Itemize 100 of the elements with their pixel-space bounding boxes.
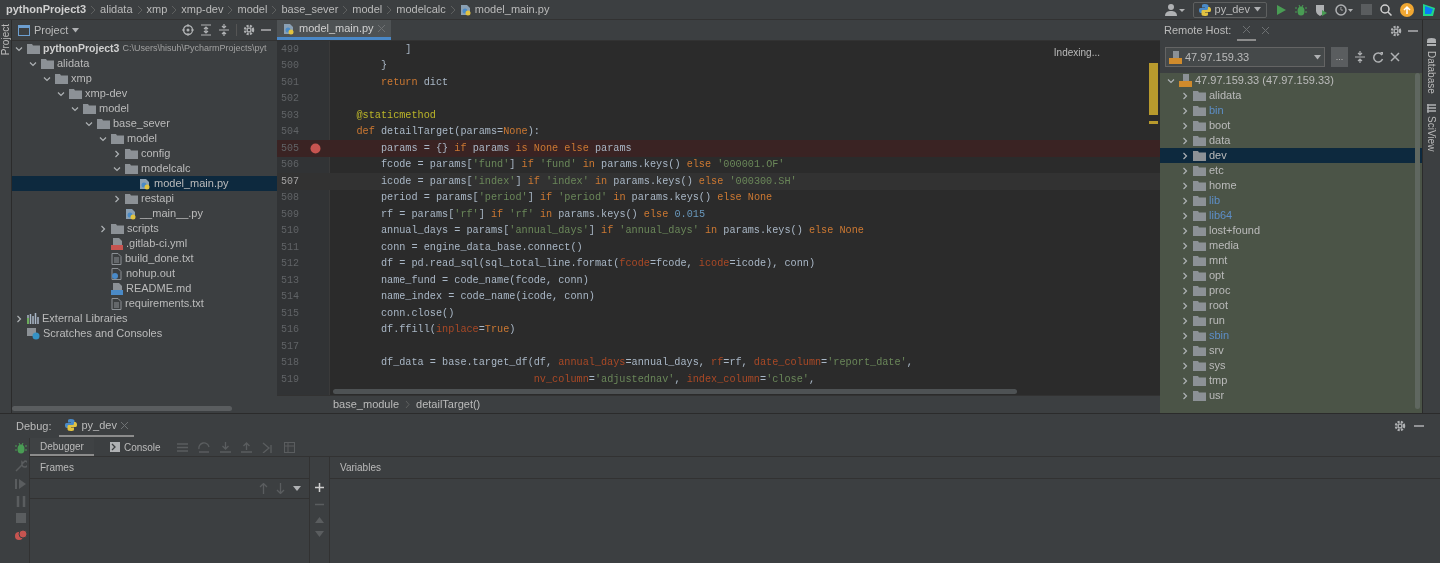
tree-item[interactable]: model [12,131,277,146]
settings-icon[interactable] [243,24,255,36]
tree-item[interactable]: tmp [1160,373,1422,388]
tool-window-tab[interactable]: Database [1424,38,1439,94]
chevron-right-icon[interactable] [112,148,122,159]
chevron-right-icon[interactable] [1180,165,1190,176]
close-icon[interactable] [1390,52,1400,62]
tree-item[interactable]: alidata [12,56,277,71]
error-stripe-marker[interactable] [1149,121,1158,124]
chevron-right-icon[interactable] [112,193,122,204]
add-icon[interactable] [315,483,324,492]
logo-icon[interactable] [1422,2,1436,17]
breadcrumb-item[interactable]: model [350,0,385,19]
chevron-right-icon[interactable] [1180,180,1190,191]
chevron-right-icon[interactable] [1180,240,1190,251]
arrow-down-icon[interactable] [276,483,285,494]
tree-item[interactable]: restapi [12,191,277,206]
more-button[interactable]: ... [1331,47,1348,67]
chevron-right-icon[interactable] [1180,90,1190,101]
target-icon[interactable] [182,24,194,36]
chevron-right-icon[interactable] [1180,150,1190,161]
tree-item[interactable]: run [1160,313,1422,328]
run-to-cursor-icon[interactable] [261,441,274,453]
tree-item[interactable]: Scratches and Consoles [12,326,277,341]
tree-item[interactable]: xmp-dev [12,86,277,101]
table-icon[interactable] [283,441,295,453]
chevron-right-icon[interactable] [1180,210,1190,221]
update-icon[interactable] [1400,2,1414,17]
run-icon[interactable] [1275,3,1287,16]
stop-icon[interactable] [15,513,26,523]
breadcrumb-item[interactable]: alidata [98,0,135,19]
tool-window-tab[interactable]: SciView [1424,103,1439,152]
tree-item[interactable]: config [12,146,277,161]
chevron-right-icon[interactable] [1180,300,1190,311]
breadcrumb-item[interactable]: modelcalc [394,0,448,19]
chevron-right-icon[interactable] [1180,270,1190,281]
tree-item[interactable]: data [1160,133,1422,148]
tree-item[interactable]: model_main.py [12,176,277,191]
expand-all-icon[interactable] [200,24,212,36]
list-icon[interactable] [176,442,188,452]
debugger-tab[interactable]: Console [99,438,171,456]
refresh-icon[interactable] [1372,51,1384,63]
tree-item[interactable]: mnt [1160,253,1422,268]
breadcrumb-item[interactable]: pythonProject3 [4,0,89,19]
breadcrumb-item[interactable]: detailTarget() [416,396,481,413]
tree-item[interactable]: etc [1160,163,1422,178]
pause-icon[interactable] [15,496,26,507]
breadcrumb-item[interactable]: xmp-dev [179,0,226,19]
settings-icon[interactable] [1394,420,1406,432]
tree-item[interactable]: proc [1160,283,1422,298]
tree-item[interactable]: alidata [1160,88,1422,103]
chevron-right-icon[interactable] [1180,390,1190,401]
triangle-down-icon[interactable] [315,531,324,537]
project-view-dropdown[interactable]: Project [18,21,80,39]
chevron-right-icon[interactable] [1180,105,1190,116]
bug-icon[interactable] [14,442,27,454]
error-stripe-marker[interactable] [1149,63,1158,115]
tree-item[interactable]: README.md [12,281,277,296]
bug-icon[interactable] [1295,3,1307,16]
tree-item[interactable]: sys [1160,358,1422,373]
step-into-icon[interactable] [219,441,231,453]
search-icon[interactable] [1380,3,1392,16]
tree-item[interactable]: .gitlab-ci.yml [12,236,277,251]
chevron-right-icon[interactable] [1180,225,1190,236]
breadcrumb-item[interactable]: base_module [333,396,400,413]
clock-icon[interactable] [1335,3,1353,16]
tree-item[interactable]: __main__.py [12,206,277,221]
breakpoint-icon[interactable] [310,142,321,154]
arrow-up-icon[interactable] [259,483,268,494]
tree-item[interactable]: nohup.out [12,266,277,281]
run-configuration-dropdown[interactable]: py_dev [1192,1,1267,18]
chevron-right-icon[interactable] [1180,360,1190,371]
step-out-icon[interactable] [240,441,252,453]
tree-item[interactable]: base_sever [12,116,277,131]
tree-item[interactable]: xmp [12,71,277,86]
chevron-right-icon[interactable] [1180,330,1190,341]
close-icon[interactable] [1262,27,1270,34]
tree-item[interactable]: lost+found [1160,223,1422,238]
horizontal-scrollbar[interactable] [333,389,1017,394]
tree-item[interactable]: dev [1160,148,1422,163]
tree-item[interactable]: srv [1160,343,1422,358]
tree-item[interactable]: media [1160,238,1422,253]
caret-down-icon[interactable] [293,486,301,491]
horizontal-scrollbar[interactable] [12,406,232,411]
breadcrumb-item[interactable]: model [235,0,270,19]
resume-icon[interactable] [14,478,27,490]
tree-item[interactable]: root [1160,298,1422,313]
tree-item[interactable]: opt [1160,268,1422,283]
breadcrumb-item[interactable]: base_sever [279,0,341,19]
close-icon[interactable] [120,421,128,429]
project-tool-tab[interactable]: Project [0,24,13,56]
shield-icon[interactable] [1315,3,1327,16]
chevron-right-icon[interactable] [1180,315,1190,326]
chevron-right-icon[interactable] [1180,285,1190,296]
close-icon[interactable] [1243,26,1251,33]
tree-item[interactable]: home [1160,178,1422,193]
tree-item[interactable]: scripts [12,221,277,236]
chevron-right-icon[interactable] [1180,375,1190,386]
tree-item[interactable]: usr [1160,388,1422,403]
chevron-right-icon[interactable] [1180,120,1190,131]
